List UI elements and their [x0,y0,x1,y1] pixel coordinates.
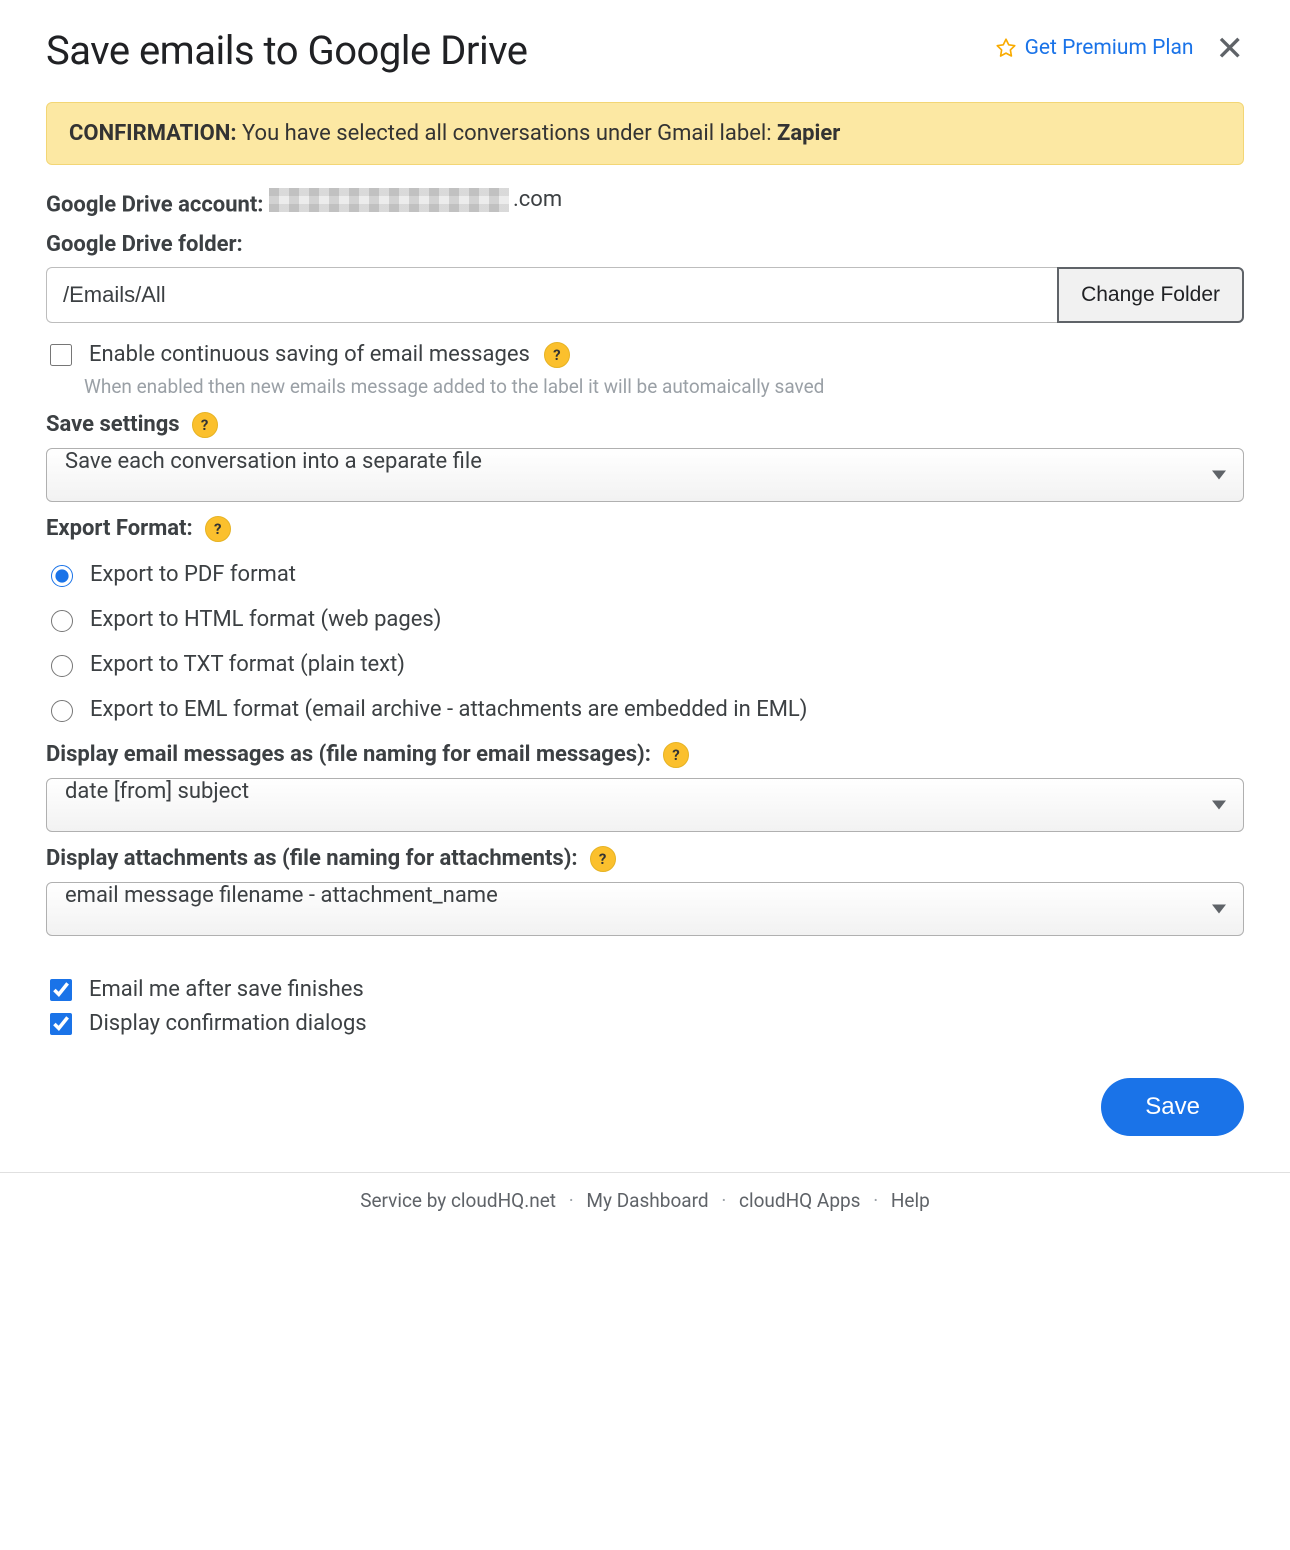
display-attachments-select-wrap: email message filename - attachment_name [46,882,1244,936]
help-icon[interactable]: ? [205,516,231,542]
export-format-option-label: Export to HTML format (web pages) [90,607,441,632]
footer-separator: · [569,1189,574,1212]
save-settings-label-text: Save settings [46,412,180,437]
continuous-save-checkbox[interactable] [50,344,72,366]
close-icon[interactable]: ✕ [1216,30,1245,66]
display-messages-select-wrap: date [from] subject [46,778,1244,832]
continuous-save-hint: When enabled then new emails message add… [84,375,1244,398]
export-format-option-html[interactable]: Export to HTML format (web pages) [46,607,1244,632]
save-settings-select-wrap: Save each conversation into a separate f… [46,448,1244,502]
confirm-dialogs-label: Display confirmation dialogs [89,1011,367,1036]
folder-row: Change Folder [46,267,1244,323]
export-format-options: Export to PDF format Export to HTML form… [46,562,1244,722]
premium-plan-link[interactable]: Get Premium Plan [995,36,1194,60]
footer-separator: · [873,1189,878,1212]
save-settings-select[interactable]: Save each conversation into a separate f… [46,448,1244,502]
footer: Service by cloudHQ.net · My Dashboard · … [0,1172,1290,1230]
export-format-option-pdf[interactable]: Export to PDF format [46,562,1244,587]
confirm-dialogs-row: Display confirmation dialogs [46,1010,1244,1038]
email-after-checkbox[interactable] [50,979,72,1001]
confirm-dialogs-checkbox[interactable] [50,1013,72,1035]
account-value: .com [269,187,562,212]
export-format-radio[interactable] [51,565,73,587]
email-after-row: Email me after save finishes [46,976,1244,1004]
confirmation-label-name: Zapier [777,121,840,146]
modal-header: Save emails to Google Drive Get Premium … [46,28,1244,74]
export-format-option-eml[interactable]: Export to EML format (email archive - at… [46,697,1244,722]
confirmation-text: You have selected all conversations unde… [242,121,772,146]
display-attachments-select[interactable]: email message filename - attachment_name [46,882,1244,936]
display-messages-label-text: Display email messages as (file naming f… [46,742,651,767]
export-format-label-text: Export Format: [46,516,193,541]
folder-input[interactable] [46,267,1057,323]
footer-link-apps[interactable]: cloudHQ Apps [739,1189,860,1212]
display-attachments-label: Display attachments as (file naming for … [46,846,1244,872]
footer-link-help[interactable]: Help [891,1189,930,1212]
account-row: Google Drive account: .com [46,187,1244,218]
help-icon[interactable]: ? [663,742,689,768]
display-attachments-label-text: Display attachments as (file naming for … [46,846,578,871]
export-format-radio[interactable] [51,655,73,677]
help-icon[interactable]: ? [192,412,218,438]
email-after-label: Email me after save finishes [89,977,364,1002]
export-format-option-txt[interactable]: Export to TXT format (plain text) [46,652,1244,677]
help-icon[interactable]: ? [544,342,570,368]
export-format-option-label: Export to PDF format [90,562,296,587]
account-redacted [269,188,509,212]
header-actions: Get Premium Plan ✕ [995,30,1244,66]
continuous-save-row: Enable continuous saving of email messag… [46,341,1244,369]
export-format-option-label: Export to TXT format (plain text) [90,652,405,677]
button-row: Save [46,1078,1244,1136]
footer-service-by: Service by [360,1189,446,1212]
export-format-radio[interactable] [51,700,73,722]
final-checks: Email me after save finishes Display con… [46,976,1244,1038]
save-button[interactable]: Save [1101,1078,1244,1136]
star-icon [995,37,1017,59]
display-messages-select[interactable]: date [from] subject [46,778,1244,832]
export-format-radio[interactable] [51,610,73,632]
account-suffix: .com [513,187,562,212]
premium-plan-label: Get Premium Plan [1025,36,1194,60]
footer-separator: · [721,1189,726,1212]
change-folder-button[interactable]: Change Folder [1057,267,1244,323]
footer-brand-link[interactable]: cloudHQ.net [451,1189,556,1212]
continuous-save-label: Enable continuous saving of email messag… [89,342,530,367]
save-to-drive-modal: Save emails to Google Drive Get Premium … [0,0,1290,1136]
modal-title: Save emails to Google Drive [46,28,528,74]
display-messages-label: Display email messages as (file naming f… [46,742,1244,768]
save-settings-label: Save settings ? [46,412,1244,438]
account-label: Google Drive account: [46,193,264,218]
export-format-label: Export Format: ? [46,516,1244,542]
export-format-option-label: Export to EML format (email archive - at… [90,697,807,722]
confirmation-banner: CONFIRMATION: You have selected all conv… [46,102,1244,165]
help-icon[interactable]: ? [590,846,616,872]
folder-label: Google Drive folder: [46,232,1244,257]
confirmation-prefix: CONFIRMATION: [69,121,237,146]
footer-link-dashboard[interactable]: My Dashboard [586,1189,708,1212]
